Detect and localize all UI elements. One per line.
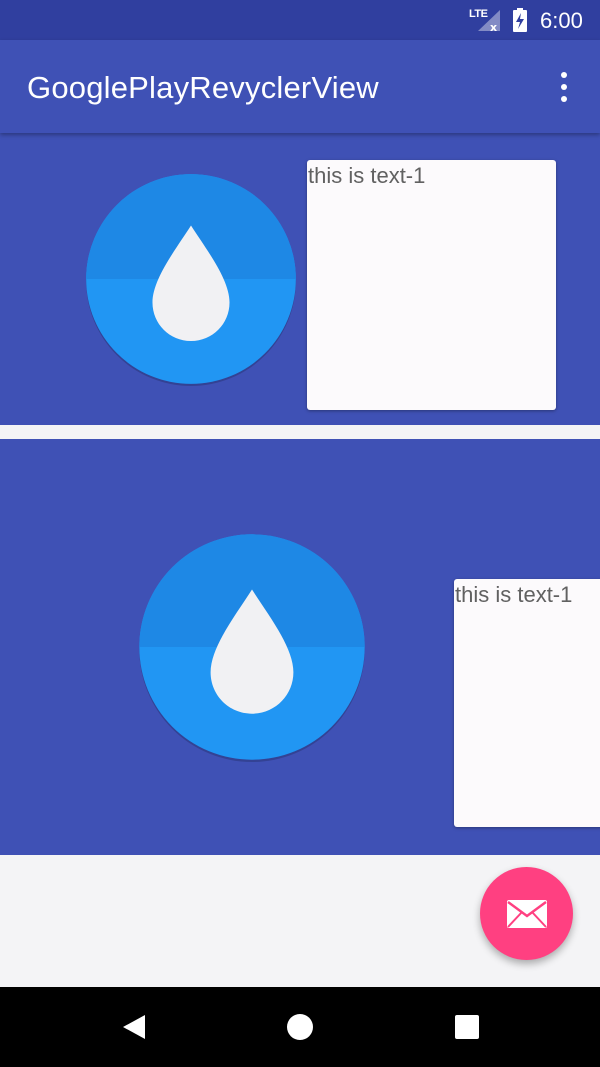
list-item[interactable]: this is text-1 [0,439,600,855]
more-vert-icon[interactable] [552,70,576,104]
home-icon[interactable] [285,1012,315,1042]
navigation-bar [0,987,600,1067]
text-card: this is text-1 [307,160,556,410]
battery-charging-icon [513,8,527,32]
water-drop-icon [139,534,365,762]
item-text: this is text-1 [455,582,573,607]
list-item[interactable]: this is text-1 [0,133,600,425]
item-text: this is text-1 [308,163,426,188]
signal-icon: x [478,10,500,32]
compose-fab-button[interactable] [480,867,573,960]
text-card: this is text-1 [454,579,600,827]
app-bar: GooglePlayRevyclerView [0,40,600,133]
water-drop-icon [86,174,296,386]
svg-text:x: x [490,21,497,32]
clock-time: 6:00 [540,8,583,33]
status-bar: LTE x 6:00 [0,0,600,40]
app-title: GooglePlayRevyclerView [27,70,379,105]
recents-icon[interactable] [452,1012,482,1042]
mail-icon [507,900,547,928]
back-icon[interactable] [119,1012,149,1042]
